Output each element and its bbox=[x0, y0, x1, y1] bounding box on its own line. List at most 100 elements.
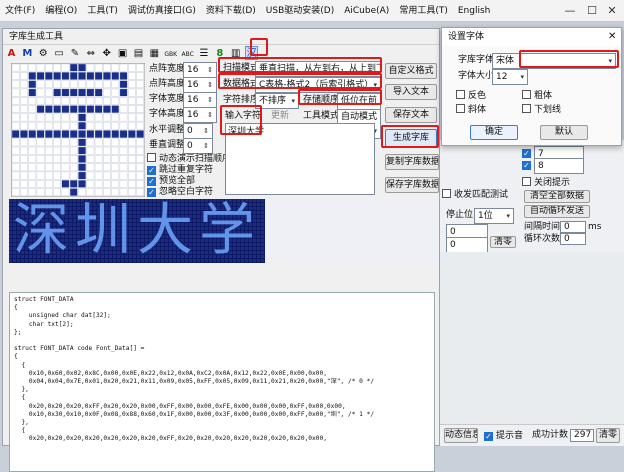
loop-count-input[interactable]: 0 bbox=[560, 233, 586, 245]
pixel-cell[interactable] bbox=[28, 138, 37, 147]
pixel-cell[interactable] bbox=[28, 121, 37, 130]
maximize-icon[interactable]: ☐ bbox=[582, 0, 602, 22]
pixel-cell[interactable] bbox=[103, 138, 111, 147]
menu-usb[interactable]: USB驱动安装(D) bbox=[261, 0, 339, 22]
pixel-cell[interactable] bbox=[45, 138, 53, 147]
pixel-cell[interactable] bbox=[111, 171, 120, 180]
gbk-label[interactable]: GBK bbox=[164, 47, 178, 63]
param-input-0[interactable]: 16 ⇕ bbox=[183, 62, 217, 78]
pixel-cell[interactable] bbox=[11, 138, 20, 147]
pixel-cell[interactable] bbox=[136, 121, 145, 130]
pixel-cell[interactable] bbox=[61, 171, 70, 180]
pixel-cell[interactable] bbox=[127, 63, 136, 72]
pixel-cell[interactable] bbox=[94, 80, 103, 89]
pixel-cell[interactable] bbox=[136, 80, 145, 89]
pixel-cell[interactable] bbox=[86, 105, 95, 114]
pixel-cell[interactable] bbox=[103, 155, 111, 163]
pixel-cell[interactable] bbox=[61, 97, 70, 105]
pixel-cell[interactable] bbox=[127, 179, 136, 188]
pixel-cell[interactable] bbox=[127, 72, 136, 80]
pixel-cell[interactable] bbox=[36, 80, 45, 89]
abc-label[interactable]: ABC bbox=[181, 47, 195, 63]
pixel-cell[interactable] bbox=[119, 121, 128, 130]
pixel-cell[interactable] bbox=[127, 130, 136, 138]
spin-icon[interactable]: ⇕ bbox=[207, 93, 213, 107]
spin-icon[interactable]: ⇕ bbox=[203, 139, 209, 153]
spin-icon[interactable]: ⇕ bbox=[203, 124, 209, 138]
pixel-cell[interactable] bbox=[103, 146, 111, 155]
pixel-cell[interactable] bbox=[61, 146, 70, 155]
pixel-cell[interactable] bbox=[61, 163, 70, 172]
menu-file[interactable]: 文件(F) bbox=[0, 0, 40, 22]
scan-mode-select[interactable]: 垂直扫描，从左到右，从上到下 bbox=[255, 61, 381, 77]
pixel-cell[interactable] bbox=[11, 88, 20, 97]
pixel-cell[interactable] bbox=[103, 121, 111, 130]
pixel-cell[interactable] bbox=[94, 97, 103, 105]
menu-tools[interactable]: 工具(T) bbox=[82, 0, 123, 22]
pixel-cell[interactable] bbox=[103, 130, 111, 138]
pixel-cell[interactable] bbox=[94, 113, 103, 122]
pixel-cell[interactable] bbox=[127, 88, 136, 97]
pixel-cell[interactable] bbox=[69, 80, 78, 89]
custom-format-button[interactable]: 自定义格式 bbox=[385, 63, 437, 79]
input-chars-area[interactable]: 深圳大学 bbox=[225, 123, 375, 195]
pixel-cell[interactable] bbox=[61, 188, 70, 197]
pixel-cell[interactable] bbox=[136, 171, 145, 180]
pixel-cell[interactable] bbox=[20, 121, 28, 130]
pixel-cell[interactable] bbox=[78, 163, 86, 172]
pixel-cell[interactable] bbox=[69, 113, 78, 122]
pixel-cell[interactable] bbox=[36, 113, 45, 122]
pixel-cell[interactable] bbox=[61, 88, 70, 97]
pixel-cell[interactable] bbox=[36, 146, 45, 155]
pixel-cell[interactable] bbox=[53, 63, 62, 72]
pixel-cell[interactable] bbox=[53, 80, 62, 89]
pixel-cell[interactable] bbox=[127, 155, 136, 163]
spin-icon[interactable]: ⇕ bbox=[207, 108, 213, 122]
table-icon[interactable]: ▥ bbox=[229, 46, 242, 62]
pixel-cell[interactable] bbox=[94, 121, 103, 130]
pen-icon[interactable]: ✎ bbox=[69, 46, 82, 62]
dialog-close-icon[interactable]: ✕ bbox=[608, 31, 616, 42]
pixel-cell[interactable] bbox=[69, 171, 78, 180]
pixel-cell[interactable] bbox=[111, 80, 120, 89]
clear-all-button[interactable]: 清空全部数据 bbox=[524, 190, 590, 203]
code-output[interactable]: struct FONT_DATA{ unsigned char dat[32];… bbox=[9, 292, 435, 472]
pixel-cell[interactable] bbox=[86, 188, 95, 197]
pixel-cell[interactable] bbox=[86, 171, 95, 180]
pixel-cell[interactable] bbox=[45, 80, 53, 89]
pixel-cell[interactable] bbox=[45, 179, 53, 188]
pixel-cell[interactable] bbox=[53, 121, 62, 130]
pixel-cell[interactable] bbox=[11, 171, 20, 180]
pixel-cell[interactable] bbox=[94, 105, 103, 114]
pixel-cell[interactable] bbox=[111, 113, 120, 122]
pixel-cell[interactable] bbox=[36, 171, 45, 180]
pixel-cell[interactable] bbox=[136, 179, 145, 188]
pixel-cell[interactable] bbox=[127, 105, 136, 114]
pixel-cell[interactable] bbox=[103, 88, 111, 97]
pixel-cell[interactable] bbox=[53, 138, 62, 147]
pixel-cell[interactable] bbox=[127, 121, 136, 130]
stop-bit-select[interactable]: 1位 ▾ bbox=[474, 208, 514, 224]
pixel-cell[interactable] bbox=[127, 171, 136, 180]
pixel-cell[interactable] bbox=[78, 171, 86, 180]
pixel-cell[interactable] bbox=[69, 121, 78, 130]
pixel-cell[interactable] bbox=[86, 113, 95, 122]
pixel-cell[interactable] bbox=[36, 188, 45, 197]
auto-loop-button[interactable]: 自动循环发送 bbox=[524, 205, 590, 218]
anim-info-button[interactable]: 动态信息 bbox=[444, 428, 478, 443]
pixel-cell[interactable] bbox=[111, 163, 120, 172]
pixel-cell[interactable] bbox=[45, 171, 53, 180]
pixel-cell[interactable] bbox=[86, 63, 95, 72]
pixel-cell[interactable] bbox=[86, 138, 95, 147]
close-hint-checkbox[interactable]: 关闭提示 bbox=[522, 177, 570, 189]
save-font-data-button[interactable]: 保存字库数据 bbox=[385, 177, 439, 193]
pixel-cell[interactable] bbox=[28, 171, 37, 180]
pixel-cell[interactable] bbox=[119, 97, 128, 105]
pixel-cell[interactable] bbox=[28, 105, 37, 114]
pixel-cell[interactable] bbox=[69, 72, 78, 80]
pixel-cell[interactable] bbox=[45, 163, 53, 172]
pixel-cell[interactable] bbox=[20, 146, 28, 155]
pixel-cell[interactable] bbox=[20, 88, 28, 97]
pixel-cell[interactable] bbox=[127, 80, 136, 89]
pixel-cell[interactable] bbox=[53, 113, 62, 122]
